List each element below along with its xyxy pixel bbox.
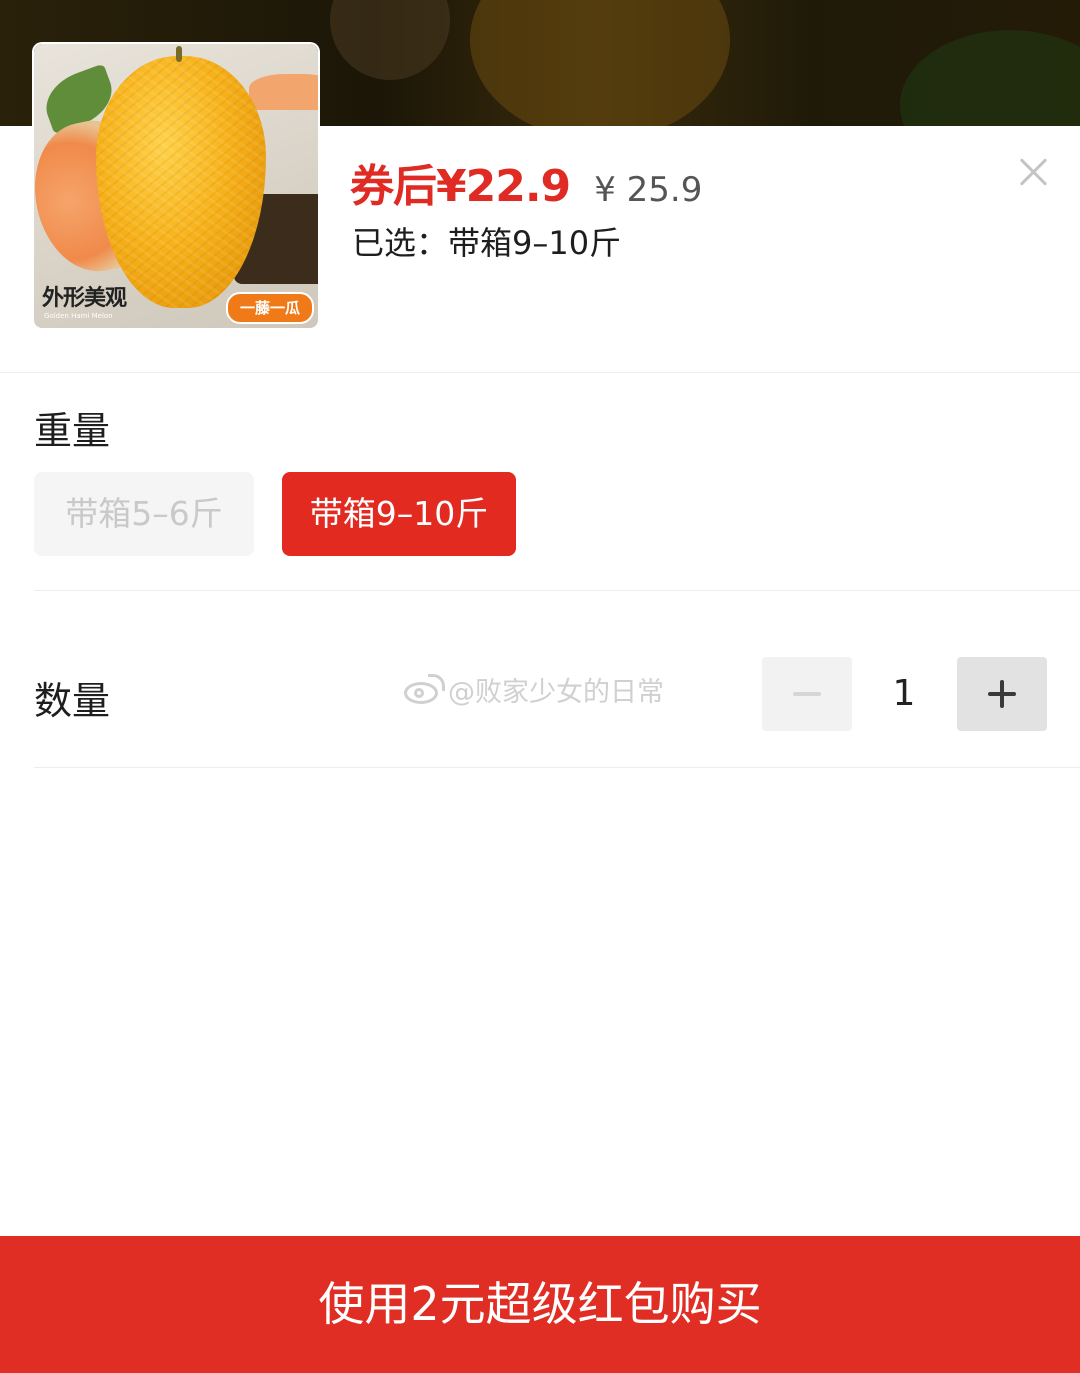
quantity-decrease-button[interactable] [762,657,852,731]
weight-section-title: 重量 [34,409,111,453]
product-thumbnail[interactable]: 外形美观 Golden Hami Melon 一藤一瓜 [34,44,318,328]
plus-icon-vertical [1000,680,1004,708]
price-line: 券后¥22.9 ¥ 25.9 [350,150,702,214]
divider [0,372,1080,373]
quantity-section-title: 数量 [34,679,111,723]
image-caption-badge: 一藤一瓜 [226,292,315,324]
watermark-text: @败家少女的日常 [448,677,664,708]
weight-option-9-10[interactable]: 带箱9–10斤 [282,472,516,556]
melon-piece [249,74,318,110]
minus-icon [793,692,821,696]
watermark: @败家少女的日常 [402,670,664,709]
divider [34,590,1080,591]
selected-sku-text: 已选：带箱9–10斤 [352,224,622,262]
close-icon[interactable] [1016,154,1052,190]
buy-button[interactable]: 使用2元超级红包购买 [0,1236,1080,1373]
image-caption-sub: Golden Hami Melon [44,312,113,320]
weight-option-5-6[interactable]: 带箱5–6斤 [34,472,254,556]
coupon-price: 券后¥22.9 [350,161,571,212]
quantity-increase-button[interactable] [957,657,1047,731]
divider [34,767,1080,768]
original-price: ¥ 25.9 [594,170,703,210]
image-caption-left: 外形美观 [42,285,127,311]
weibo-icon [402,673,445,706]
melon-stem [176,46,182,62]
quantity-value[interactable]: 1 [852,657,956,731]
